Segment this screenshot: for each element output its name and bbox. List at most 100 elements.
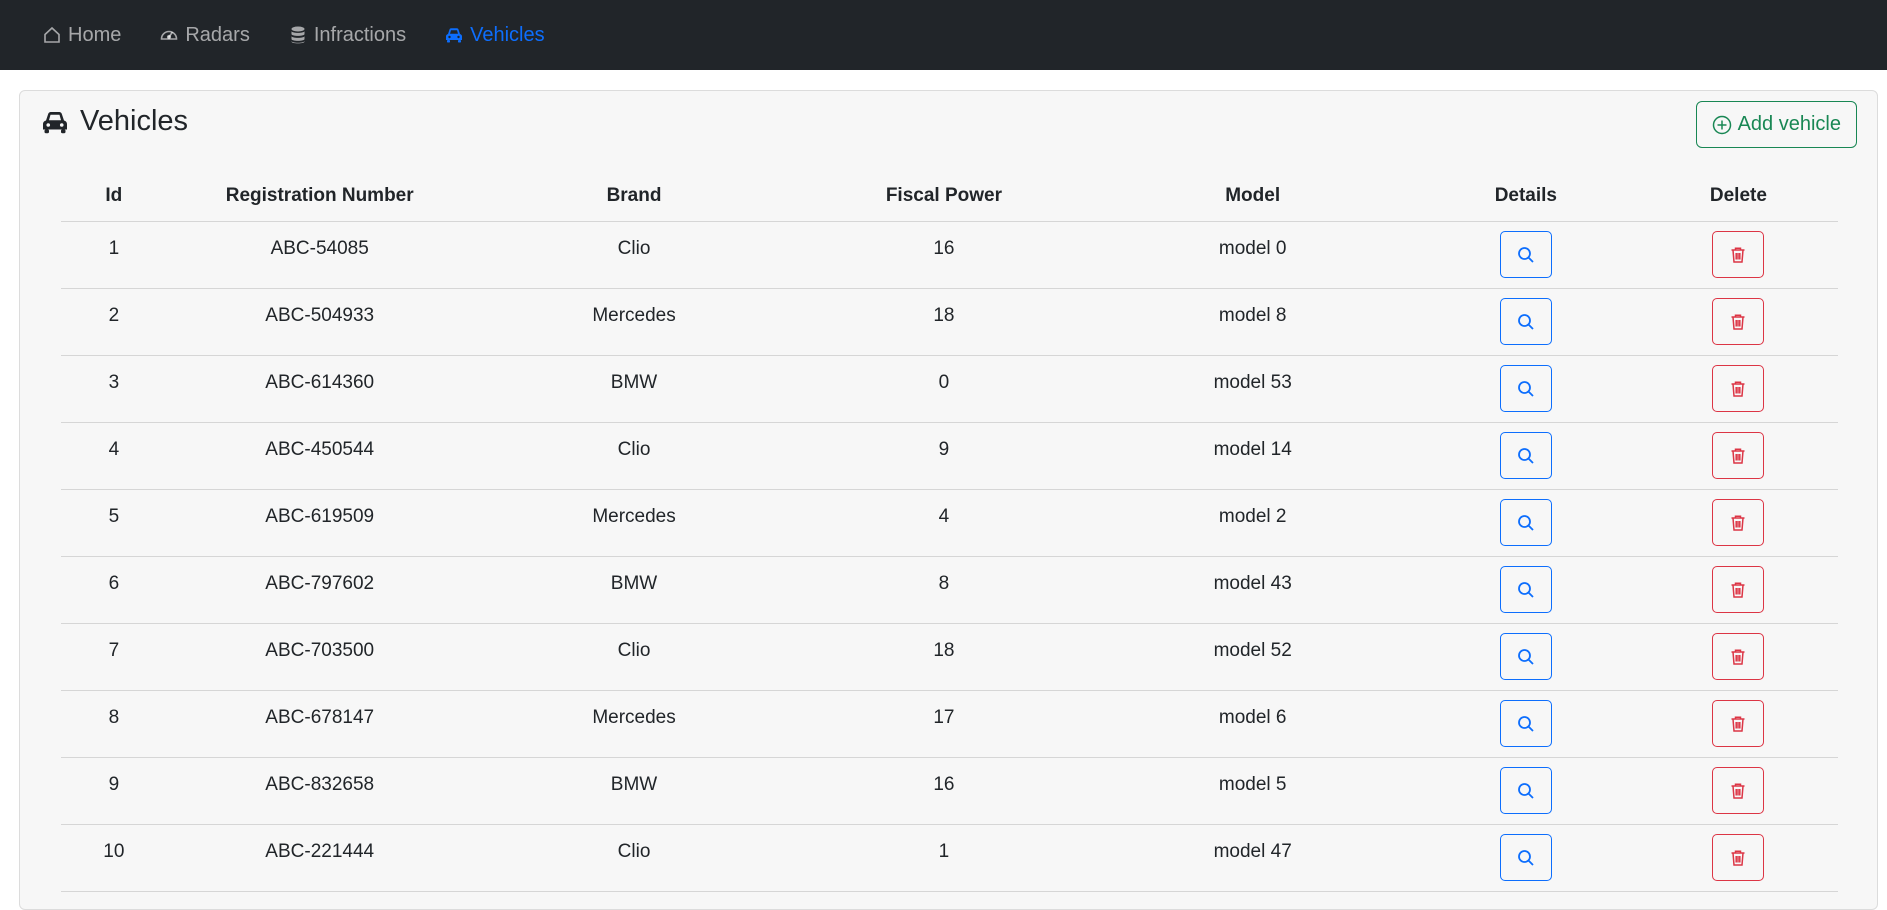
cell-delete xyxy=(1638,489,1838,557)
cell-fiscal-power: 17 xyxy=(795,690,1093,758)
cell-details xyxy=(1412,757,1639,825)
details-button[interactable] xyxy=(1499,700,1552,747)
cell-brand: Mercedes xyxy=(472,489,796,557)
cell-model: model 47 xyxy=(1092,824,1413,892)
cell-model: model 5 xyxy=(1092,757,1413,825)
table-row: 8 ABC-678147 Mercedes 17 model 6 xyxy=(61,690,1838,758)
cell-model: model 14 xyxy=(1092,422,1413,490)
trash-icon xyxy=(1728,714,1748,734)
cell-registration-number: ABC-614360 xyxy=(166,355,473,423)
cell-delete xyxy=(1638,556,1838,624)
cell-brand: Clio xyxy=(472,221,796,289)
cell-details xyxy=(1412,288,1639,356)
cell-brand: BMW xyxy=(472,355,796,423)
cell-brand: Mercedes xyxy=(472,690,796,758)
nav-home-label: Home xyxy=(68,23,122,46)
header-delete: Delete xyxy=(1638,171,1838,222)
cell-registration-number: ABC-54085 xyxy=(166,221,473,289)
cell-id: 8 xyxy=(61,690,167,758)
delete-button[interactable] xyxy=(1712,633,1765,680)
table-header-row: Id Registration Number Brand Fiscal Powe… xyxy=(61,171,1838,222)
page-title: Vehicles xyxy=(40,105,188,138)
plus-circle-icon xyxy=(1712,115,1731,134)
delete-button[interactable] xyxy=(1712,499,1765,546)
add-vehicle-button[interactable]: Add vehicle xyxy=(1695,101,1857,148)
details-button[interactable] xyxy=(1499,633,1552,680)
search-icon xyxy=(1516,580,1536,600)
cell-fiscal-power: 9 xyxy=(795,422,1093,490)
cell-brand: Mercedes xyxy=(472,288,796,356)
table-row: 2 ABC-504933 Mercedes 18 model 8 xyxy=(61,288,1838,356)
cell-id: 3 xyxy=(61,355,167,423)
cell-registration-number: ABC-832658 xyxy=(166,757,473,825)
header-fiscal-power: Fiscal Power xyxy=(795,171,1093,222)
car-icon xyxy=(446,28,463,43)
delete-button[interactable] xyxy=(1712,231,1765,278)
cell-fiscal-power: 18 xyxy=(795,623,1093,691)
top-navbar: Home Radars Infractions Vehicles xyxy=(0,0,1887,70)
cell-id: 7 xyxy=(61,623,167,691)
add-vehicle-label: Add vehicle xyxy=(1737,113,1841,135)
delete-button[interactable] xyxy=(1712,298,1765,345)
cell-details xyxy=(1412,489,1639,557)
nav-infractions-label: Infractions xyxy=(313,23,407,46)
delete-button[interactable] xyxy=(1712,432,1765,479)
search-icon xyxy=(1516,312,1536,332)
cell-details xyxy=(1412,623,1639,691)
details-button[interactable] xyxy=(1499,231,1552,278)
cell-delete xyxy=(1638,422,1838,490)
search-icon xyxy=(1516,781,1536,801)
delete-button[interactable] xyxy=(1712,365,1765,412)
details-button[interactable] xyxy=(1499,365,1552,412)
cell-id: 10 xyxy=(61,824,167,892)
trash-icon xyxy=(1728,781,1748,801)
nav-home[interactable]: Home xyxy=(42,24,121,47)
cell-id: 9 xyxy=(61,757,167,825)
nav-vehicles[interactable]: Vehicles xyxy=(444,24,545,47)
cell-details xyxy=(1412,824,1639,892)
cell-id: 2 xyxy=(61,288,167,356)
delete-button[interactable] xyxy=(1712,767,1765,814)
cell-model: model 0 xyxy=(1092,221,1413,289)
details-button[interactable] xyxy=(1499,432,1552,479)
nav-radars-label: Radars xyxy=(185,23,250,46)
cell-registration-number: ABC-221444 xyxy=(166,824,473,892)
details-button[interactable] xyxy=(1499,499,1552,546)
page-title-text: Vehicles xyxy=(80,105,189,137)
delete-button[interactable] xyxy=(1712,700,1765,747)
cell-delete xyxy=(1638,221,1838,289)
details-button[interactable] xyxy=(1499,566,1552,613)
cell-id: 4 xyxy=(61,422,167,490)
header-id: Id xyxy=(61,171,167,222)
nav-vehicles-label: Vehicles xyxy=(470,23,545,46)
search-icon xyxy=(1516,245,1536,265)
cell-id: 6 xyxy=(61,556,167,624)
trash-icon xyxy=(1728,379,1748,399)
header-model: Model xyxy=(1092,171,1413,222)
cell-registration-number: ABC-797602 xyxy=(166,556,473,624)
cell-id: 1 xyxy=(61,221,167,289)
cell-delete xyxy=(1638,623,1838,691)
cell-brand: Clio xyxy=(472,824,796,892)
cell-details xyxy=(1412,221,1639,289)
delete-button[interactable] xyxy=(1712,834,1765,881)
trash-icon xyxy=(1728,647,1748,667)
cell-registration-number: ABC-678147 xyxy=(166,690,473,758)
details-button[interactable] xyxy=(1499,298,1552,345)
nav-infractions[interactable]: Infractions xyxy=(288,24,406,47)
cell-details xyxy=(1412,690,1639,758)
nav-radars[interactable]: Radars xyxy=(159,23,250,47)
delete-button[interactable] xyxy=(1712,566,1765,613)
table-row: 5 ABC-619509 Mercedes 4 model 2 xyxy=(61,489,1838,557)
trash-icon xyxy=(1728,446,1748,466)
cell-delete xyxy=(1638,824,1838,892)
cell-fiscal-power: 16 xyxy=(795,221,1093,289)
cell-fiscal-power: 8 xyxy=(795,556,1093,624)
cell-id: 5 xyxy=(61,489,167,557)
cell-fiscal-power: 0 xyxy=(795,355,1093,423)
details-button[interactable] xyxy=(1499,834,1552,881)
cell-registration-number: ABC-450544 xyxy=(166,422,473,490)
table-row: 9 ABC-832658 BMW 16 model 5 xyxy=(61,757,1838,825)
trash-icon xyxy=(1728,245,1748,265)
details-button[interactable] xyxy=(1499,767,1552,814)
